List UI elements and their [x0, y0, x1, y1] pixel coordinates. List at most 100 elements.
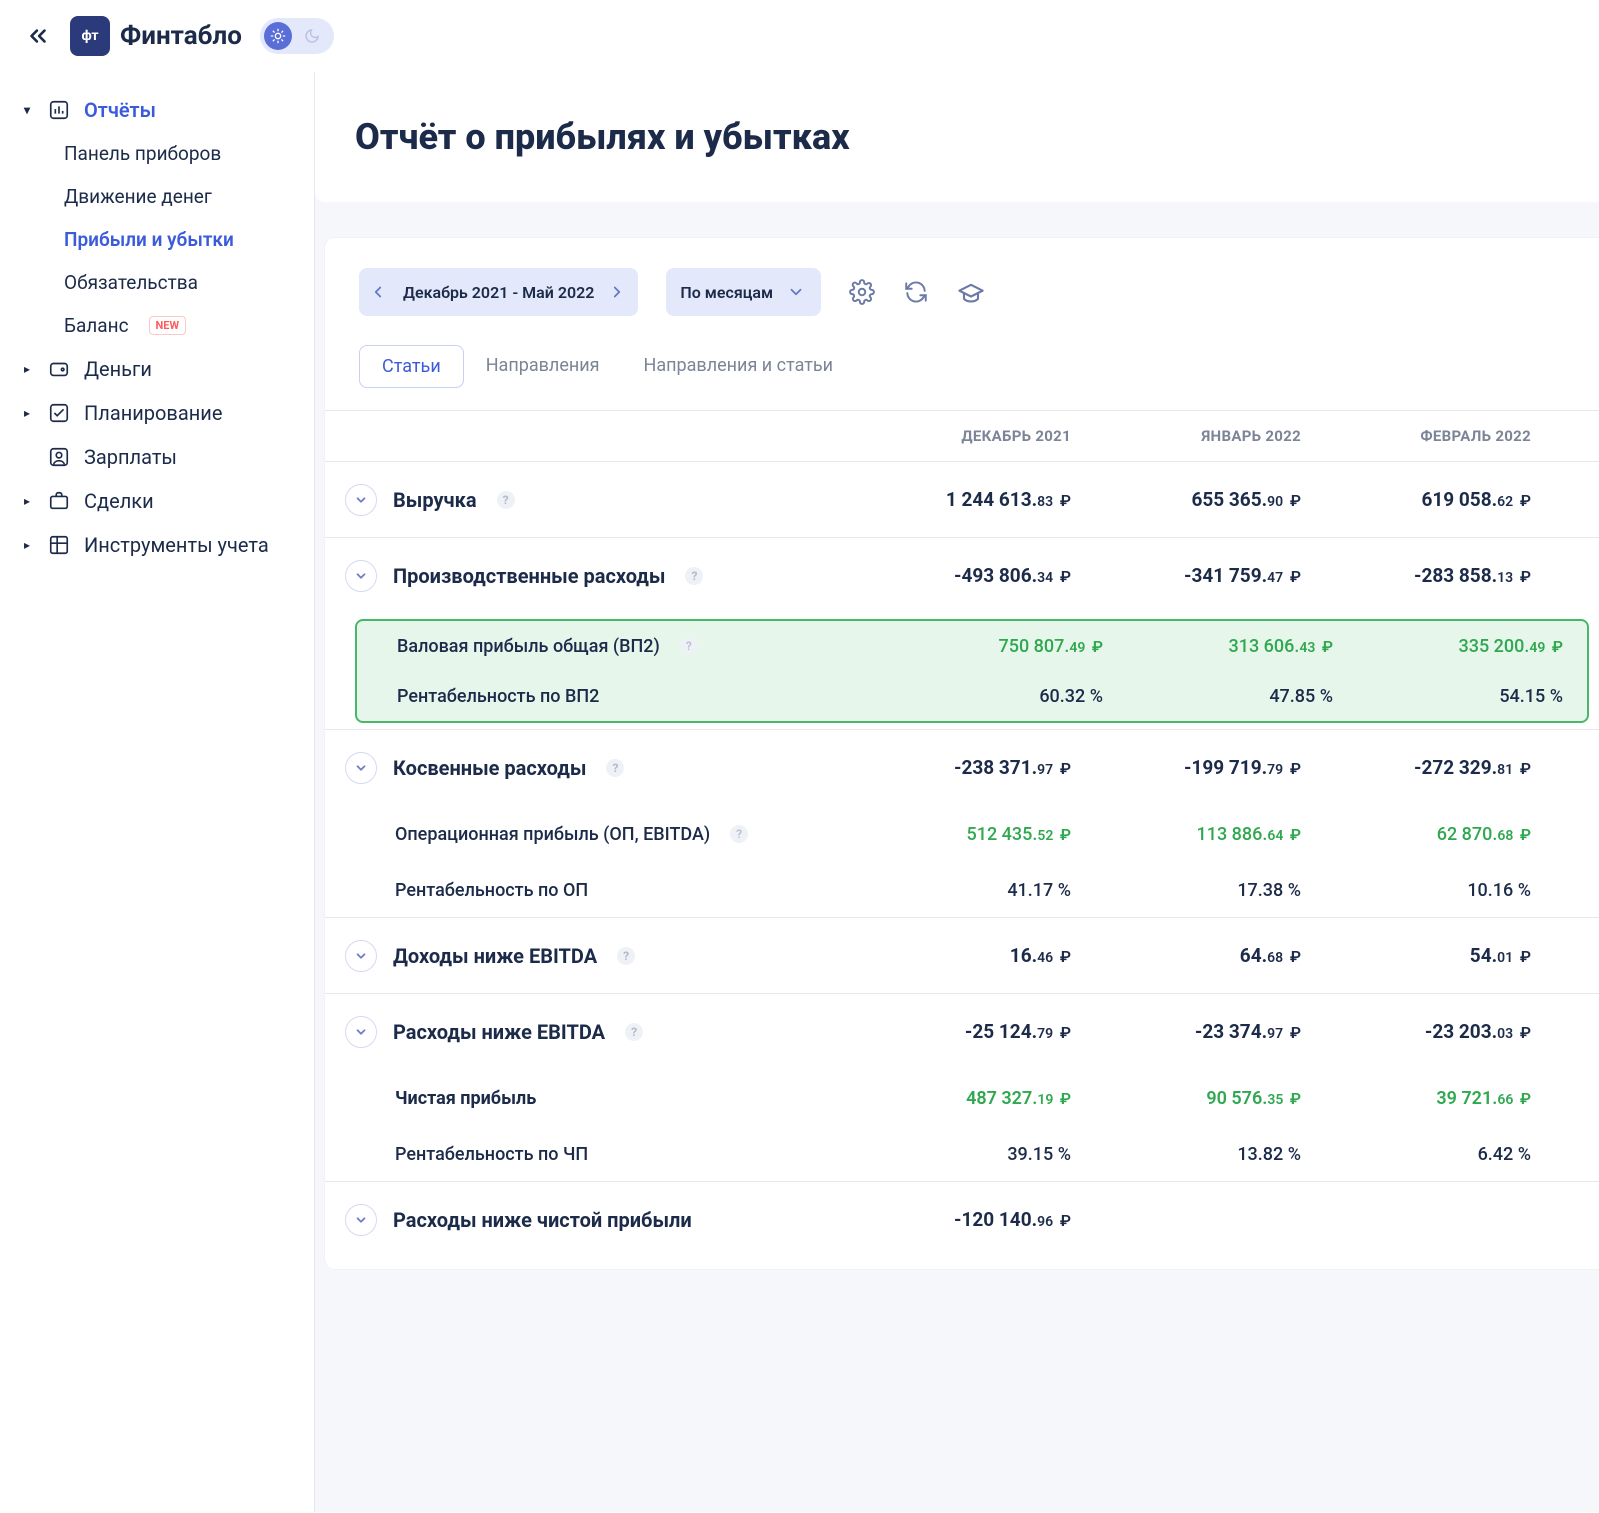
nav-dashboard[interactable]: Панель приборов	[20, 132, 294, 175]
nav-cashflow[interactable]: Движение денег	[20, 175, 294, 218]
cell: 54.15 %	[1357, 686, 1587, 707]
cell: -23 203.03 ₽	[1325, 1020, 1555, 1043]
help-icon[interactable]: ?	[497, 491, 515, 509]
help-icon[interactable]: ?	[680, 637, 698, 655]
report-panel: Декабрь 2021 - Май 2022 По месяцам	[325, 238, 1599, 1269]
wallet-icon	[48, 358, 70, 380]
cell: 512 435.52 ₽	[865, 824, 1095, 845]
cell: 39 721.66 ₽	[1325, 1088, 1555, 1109]
briefcase-icon	[48, 490, 70, 512]
cell: 39.15 %	[865, 1144, 1095, 1165]
cell: -120 140.96 ₽	[865, 1208, 1095, 1231]
cell: 1 244 613.83 ₽	[865, 488, 1095, 511]
chevron-down-icon	[787, 283, 805, 301]
row-gross-margin: Рентабельность по ВП2 60.32 % 47.85 % 54…	[357, 671, 1587, 721]
cell: 41.17 %	[865, 880, 1095, 901]
row-op-margin: Рентабельность по ОП 41.17 % 17.38 % 10.…	[325, 863, 1599, 917]
row-label: Чистая прибыль	[395, 1088, 536, 1109]
education-button[interactable]	[957, 279, 983, 305]
nav-reports-label: Отчёты	[84, 98, 156, 122]
settings-button[interactable]	[849, 279, 875, 305]
chevron-down-icon	[354, 1213, 368, 1227]
row-label: Рентабельность по ОП	[395, 880, 588, 901]
period-label: Декабрь 2021 - Май 2022	[403, 283, 594, 302]
row-net-margin: Рентабельность по ЧП 39.15 % 13.82 % 6.4…	[325, 1127, 1599, 1181]
nav-pnl[interactable]: Прибыли и убытки	[20, 218, 294, 261]
cell: 313 606.43 ₽	[1127, 636, 1357, 657]
row-label: Расходы ниже чистой прибыли	[393, 1208, 692, 1232]
cell: 10.16 %	[1325, 880, 1555, 901]
chevron-down-icon	[354, 493, 368, 507]
period-picker[interactable]: Декабрь 2021 - Май 2022	[359, 268, 638, 316]
cell: 750 807.49 ₽	[897, 636, 1127, 657]
nav-money[interactable]: ▸ Деньги	[20, 347, 294, 391]
cell: -283 858.13 ₽	[1325, 564, 1555, 587]
nav-salary[interactable]: ▸ Зарплаты	[20, 435, 294, 479]
cell: 6.42 %	[1325, 1144, 1555, 1165]
cell: 60.32 %	[897, 686, 1127, 707]
logo-tile: фт	[70, 16, 110, 56]
row-expander[interactable]	[345, 1016, 377, 1048]
row-label: Производственные расходы	[393, 564, 665, 588]
chevron-down-icon	[354, 1025, 368, 1039]
granularity-picker[interactable]: По месяцам	[666, 268, 821, 316]
help-icon[interactable]: ?	[625, 1023, 643, 1041]
cell: 13.82 %	[1095, 1144, 1325, 1165]
pnl-table: ДЕКАБРЬ 2021 ЯНВАРЬ 2022 ФЕВРАЛЬ 2022 Вы…	[325, 410, 1599, 1257]
cell: -238 371.97 ₽	[865, 756, 1095, 779]
caret-down-icon: ▾	[24, 103, 34, 117]
nav-balance[interactable]: Баланс NEW	[20, 304, 294, 347]
gear-icon	[849, 279, 875, 305]
nav-planning[interactable]: ▸ Планирование	[20, 391, 294, 435]
refresh-icon	[903, 279, 929, 305]
app-logo[interactable]: фт Финтабло	[70, 16, 242, 56]
row-expander[interactable]	[345, 484, 377, 516]
graduation-cap-icon	[957, 279, 985, 307]
column-header: ЯНВАРЬ 2022	[1095, 427, 1325, 445]
cell: 17.38 %	[1095, 880, 1325, 901]
row-production-costs: Производственные расходы ? -493 806.34 ₽…	[325, 537, 1599, 613]
chevron-right-icon	[608, 283, 626, 301]
row-label: Рентабельность по ВП2	[397, 686, 599, 707]
chevron-left-icon	[369, 283, 387, 301]
sidebar-collapse-button[interactable]	[24, 22, 52, 50]
cell: -341 759.47 ₽	[1095, 564, 1325, 587]
row-below-ebitda-expense: Расходы ниже EBITDA ? -25 124.79 ₽ -23 3…	[325, 993, 1599, 1069]
row-net-profit: Чистая прибыль 487 327.19 ₽ 90 576.35 ₽ …	[325, 1069, 1599, 1127]
caret-right-icon: ▸	[24, 538, 34, 552]
checklist-icon	[48, 402, 70, 424]
cell: -493 806.34 ₽	[865, 564, 1095, 587]
nav-liabilities[interactable]: Обязательства	[20, 261, 294, 304]
row-expander[interactable]	[345, 560, 377, 592]
granularity-label: По месяцам	[680, 283, 773, 302]
row-expander[interactable]	[345, 752, 377, 784]
row-ebitda: Операционная прибыль (ОП, EBITDA) ? 512 …	[325, 805, 1599, 863]
refresh-button[interactable]	[903, 279, 929, 305]
nav-tools[interactable]: ▸ Инструменты учета	[20, 523, 294, 567]
nav-deals[interactable]: ▸ Сделки	[20, 479, 294, 523]
caret-right-icon: ▸	[24, 406, 34, 420]
grid-icon	[48, 534, 70, 556]
page-title: Отчёт о прибылях и убытках	[355, 116, 1559, 158]
help-icon[interactable]: ?	[617, 947, 635, 965]
tab-directions-articles[interactable]: Направления и статьи	[622, 345, 856, 388]
cell: -23 374.97 ₽	[1095, 1020, 1325, 1043]
row-label: Косвенные расходы	[393, 756, 586, 780]
nav-reports[interactable]: ▾ Отчёты	[20, 88, 294, 132]
cell: 16.46 ₽	[865, 944, 1095, 967]
help-icon[interactable]: ?	[606, 759, 624, 777]
theme-toggle[interactable]	[260, 18, 334, 54]
chevron-down-icon	[354, 569, 368, 583]
chevron-down-icon	[354, 761, 368, 775]
tab-directions[interactable]: Направления	[464, 345, 622, 388]
row-expander[interactable]	[345, 940, 377, 972]
help-icon[interactable]: ?	[685, 567, 703, 585]
cell: 47.85 %	[1127, 686, 1357, 707]
tab-articles[interactable]: Статьи	[359, 345, 464, 388]
row-expander[interactable]	[345, 1204, 377, 1236]
column-header: ФЕВРАЛЬ 2022	[1325, 427, 1555, 445]
cell: 113 886.64 ₽	[1095, 824, 1325, 845]
reports-icon	[48, 99, 70, 121]
help-icon[interactable]: ?	[730, 825, 748, 843]
caret-right-icon: ▸	[24, 494, 34, 508]
